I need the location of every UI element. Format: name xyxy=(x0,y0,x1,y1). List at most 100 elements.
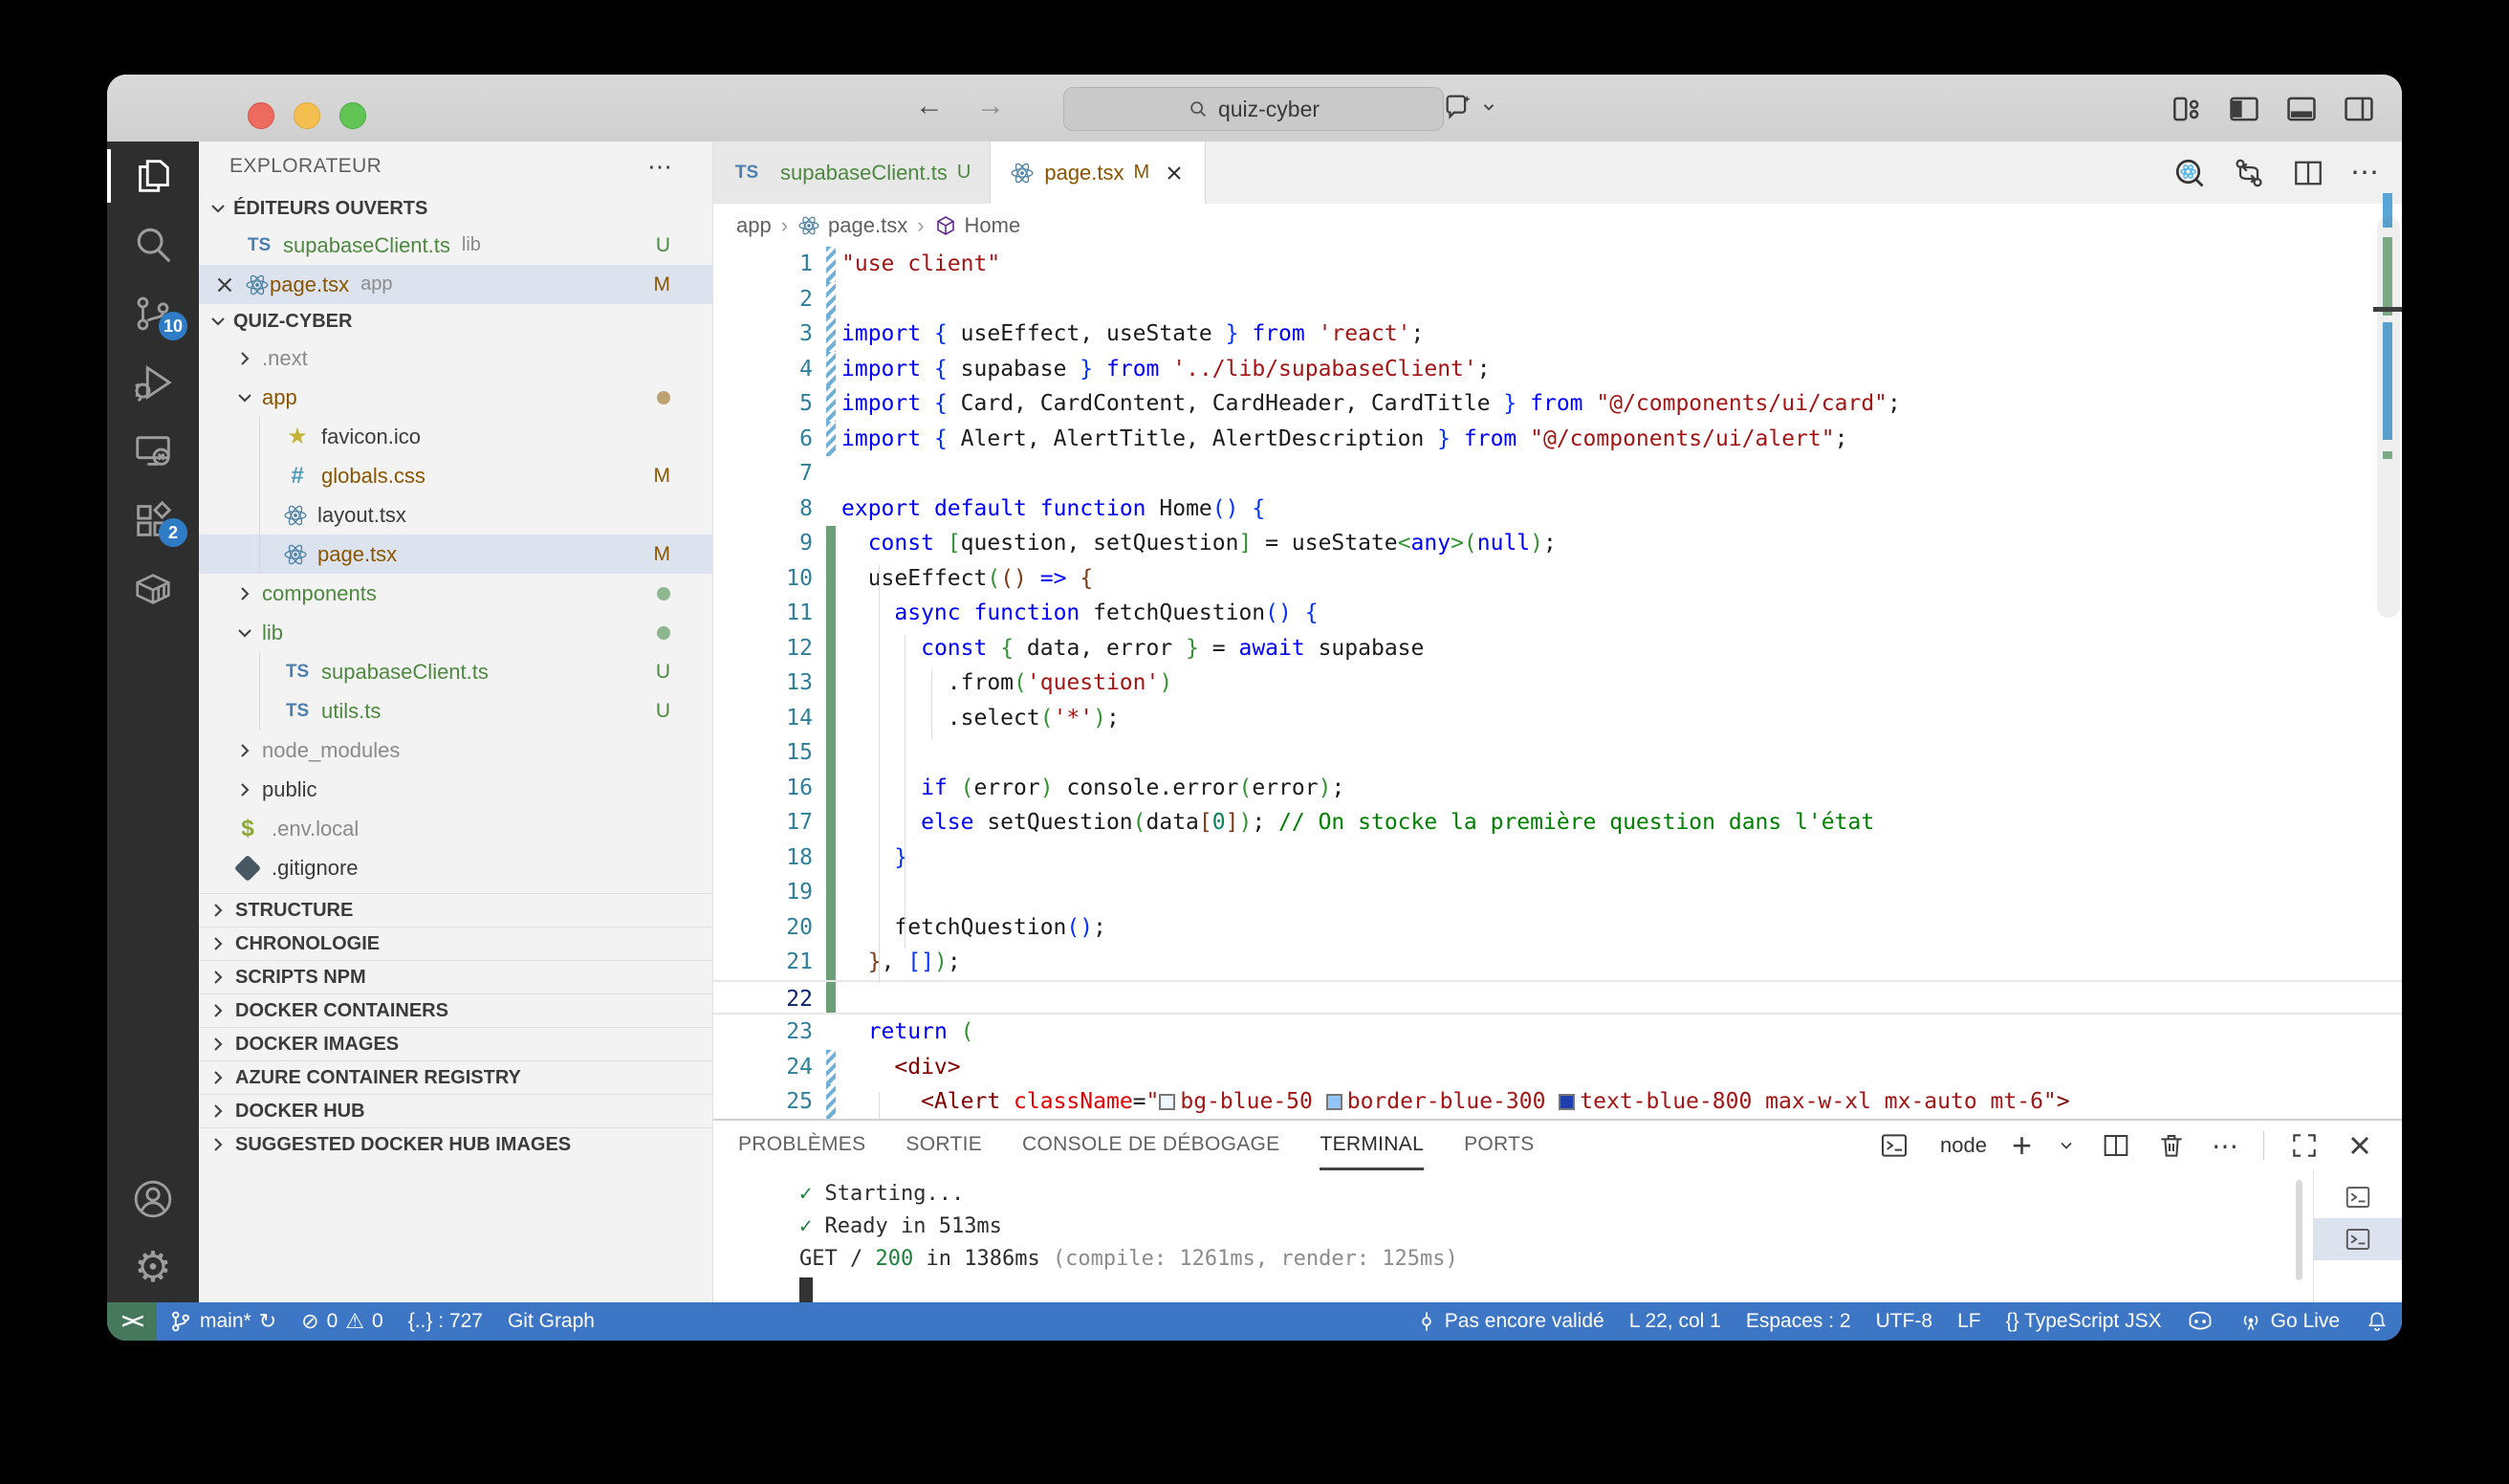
tree-item-app[interactable]: app xyxy=(199,378,712,417)
activity-search[interactable] xyxy=(107,210,199,279)
command-center-search[interactable]: quiz-cyber xyxy=(1063,87,1444,131)
status-git-graph[interactable]: Git Graph xyxy=(495,1302,607,1341)
tree-item-layout-tsx[interactable]: layout.tsx xyxy=(199,495,712,535)
tree-item--next[interactable]: .next xyxy=(199,338,712,378)
status-bell[interactable] xyxy=(2352,1302,2402,1341)
status--727[interactable]: {..} : 727 xyxy=(396,1302,495,1341)
toggle-sidebar-right-icon[interactable] xyxy=(2341,91,2377,127)
activity-remote-explorer[interactable] xyxy=(107,417,199,486)
new-terminal-icon[interactable]: + xyxy=(2012,1130,2032,1161)
terminal-scrollbar[interactable] xyxy=(2296,1180,2302,1280)
panel-tab-ports[interactable]: PORTS xyxy=(1464,1121,1534,1170)
activity-source-control[interactable]: 10 xyxy=(107,279,199,348)
editor-scrollbar[interactable] xyxy=(2377,216,2400,618)
close-icon[interactable] xyxy=(212,273,237,297)
tree-item-page-tsx[interactable]: page.tsxM xyxy=(199,535,712,574)
customize-layout-icon[interactable] xyxy=(2169,91,2205,127)
section-docker-images[interactable]: DOCKER IMAGES xyxy=(199,1027,712,1060)
tree-item-supabaseclient-ts[interactable]: TSsupabaseClient.tsU xyxy=(199,652,712,691)
launch-profile-chevron-icon[interactable] xyxy=(2057,1136,2076,1155)
panel-tab-terminal[interactable]: TERMINAL xyxy=(1320,1121,1424,1170)
activity-explorer[interactable] xyxy=(107,142,199,210)
panel-tab-probl-mes[interactable]: PROBLÈMES xyxy=(738,1121,865,1170)
breadcrumb-item[interactable]: page.tsx xyxy=(828,213,907,238)
close-icon[interactable] xyxy=(1163,162,1186,185)
tree-item-node-modules[interactable]: node_modules xyxy=(199,731,712,770)
open-editor-row[interactable]: TSsupabaseClient.tslibU xyxy=(199,226,712,265)
react-search-icon[interactable] xyxy=(2172,156,2207,190)
open-editors-section-header[interactable]: ÉDITEURS OUVERTS xyxy=(199,191,712,226)
run-debug-icon xyxy=(131,360,175,404)
tree-item-components[interactable]: components xyxy=(199,574,712,613)
terminal-instance-tab[interactable] xyxy=(2314,1218,2402,1260)
split-editor-icon[interactable] xyxy=(2291,156,2325,190)
line-number: 5 xyxy=(713,386,826,422)
status-lf[interactable]: LF xyxy=(1945,1302,1994,1341)
status-text: Go Live xyxy=(2271,1310,2340,1333)
activity-run-debug[interactable] xyxy=(107,348,199,417)
status-lang[interactable]: {} TypeScript JSX xyxy=(1994,1302,2174,1341)
status-commit[interactable]: Pas encore validé xyxy=(1404,1302,1617,1341)
close-panel-icon[interactable] xyxy=(2345,1130,2375,1161)
section-suggested-docker-hub-images[interactable]: SUGGESTED DOCKER HUB IMAGES xyxy=(199,1127,712,1161)
panel-more-icon[interactable]: ⋯ xyxy=(2212,1130,2238,1162)
tab-supabaseclient-ts[interactable]: TSsupabaseClient.tsU xyxy=(713,142,991,204)
activity-extensions[interactable]: 2 xyxy=(107,486,199,555)
forward-arrow-icon[interactable]: → xyxy=(976,90,1005,122)
chevron-right-icon xyxy=(207,1066,229,1089)
status-l-22-col-1[interactable]: L 22, col 1 xyxy=(1617,1302,1734,1341)
compare-changes-icon[interactable] xyxy=(2232,156,2266,190)
minimize-window-button[interactable] xyxy=(294,102,320,129)
project-section-header[interactable]: QUIZ-CYBER xyxy=(199,304,712,338)
status-copilot[interactable] xyxy=(2174,1302,2226,1341)
section-scripts-npm[interactable]: SCRIPTS NPM xyxy=(199,960,712,993)
tree-item-utils-ts[interactable]: TSutils.tsU xyxy=(199,691,712,731)
code-line: 5import { Card, CardContent, CardHeader,… xyxy=(713,386,2402,422)
split-terminal-icon[interactable] xyxy=(2101,1130,2131,1161)
toggle-sidebar-left-icon[interactable] xyxy=(2226,91,2262,127)
section-docker-containers[interactable]: DOCKER CONTAINERS xyxy=(199,993,712,1027)
back-arrow-icon[interactable]: ← xyxy=(915,90,944,122)
terminal-output[interactable]: ✓ Starting...✓ Ready in 513msGET / 200 i… xyxy=(713,1170,2287,1302)
line-number: 25 xyxy=(713,1084,826,1119)
modified-dot xyxy=(657,391,670,404)
open-editor-row[interactable]: page.tsxappM xyxy=(199,265,712,304)
activity-settings[interactable]: ⚙ xyxy=(107,1233,199,1302)
terminal-instance-tab[interactable] xyxy=(2314,1176,2402,1218)
copilot-menu[interactable] xyxy=(1442,91,1497,123)
close-window-button[interactable] xyxy=(248,102,274,129)
breadcrumb-item[interactable]: Home xyxy=(965,213,1021,238)
tree-item-favicon-ico[interactable]: ★favicon.ico xyxy=(199,417,712,456)
code-editor[interactable]: 1"use client"23import { useEffect, useSt… xyxy=(713,247,2402,1119)
more-actions-icon[interactable]: ⋯ xyxy=(2350,156,2379,189)
tree-item--gitignore[interactable]: .gitignore xyxy=(199,848,712,887)
terminal-line: ✓ Ready in 513ms xyxy=(799,1211,2287,1243)
maximize-panel-icon[interactable] xyxy=(2289,1130,2320,1161)
tree-item--env-local[interactable]: $.env.local xyxy=(199,809,712,848)
go-live-icon xyxy=(2238,1309,2263,1334)
zoom-window-button[interactable] xyxy=(339,102,366,129)
panel-tab-console-de-d-bogage[interactable]: CONSOLE DE DÉBOGAGE xyxy=(1022,1121,1279,1170)
status-branch[interactable]: main*↻ xyxy=(157,1302,289,1341)
section-structure[interactable]: STRUCTURE xyxy=(199,893,712,927)
kill-terminal-icon[interactable] xyxy=(2156,1130,2187,1161)
views-more-actions-icon[interactable]: ⋯ xyxy=(647,152,674,182)
status-errors[interactable]: ⊘0⚠0 xyxy=(289,1302,396,1341)
status-golive[interactable]: Go Live xyxy=(2226,1302,2352,1341)
panel-tab-sortie[interactable]: SORTIE xyxy=(905,1121,982,1170)
status-remote-indicator[interactable]: >< xyxy=(107,1302,157,1341)
tab-page-tsx[interactable]: page.tsxM xyxy=(991,142,1206,204)
sync-icon: ↻ xyxy=(259,1311,276,1332)
status-espaces-2[interactable]: Espaces : 2 xyxy=(1734,1302,1864,1341)
activity-account[interactable] xyxy=(107,1165,199,1233)
toggle-panel-icon[interactable] xyxy=(2283,91,2320,127)
tree-item-globals-css[interactable]: #globals.cssM xyxy=(199,456,712,495)
section-azure-container-registry[interactable]: AZURE CONTAINER REGISTRY xyxy=(199,1060,712,1094)
tree-item-public[interactable]: public xyxy=(199,770,712,809)
breadcrumb-item[interactable]: app xyxy=(736,213,772,238)
section-docker-hub[interactable]: DOCKER HUB xyxy=(199,1094,712,1127)
section-chronologie[interactable]: CHRONOLOGIE xyxy=(199,927,712,960)
status-utf-8[interactable]: UTF-8 xyxy=(1864,1302,1946,1341)
tree-item-lib[interactable]: lib xyxy=(199,613,712,652)
activity-containers[interactable] xyxy=(107,555,199,623)
